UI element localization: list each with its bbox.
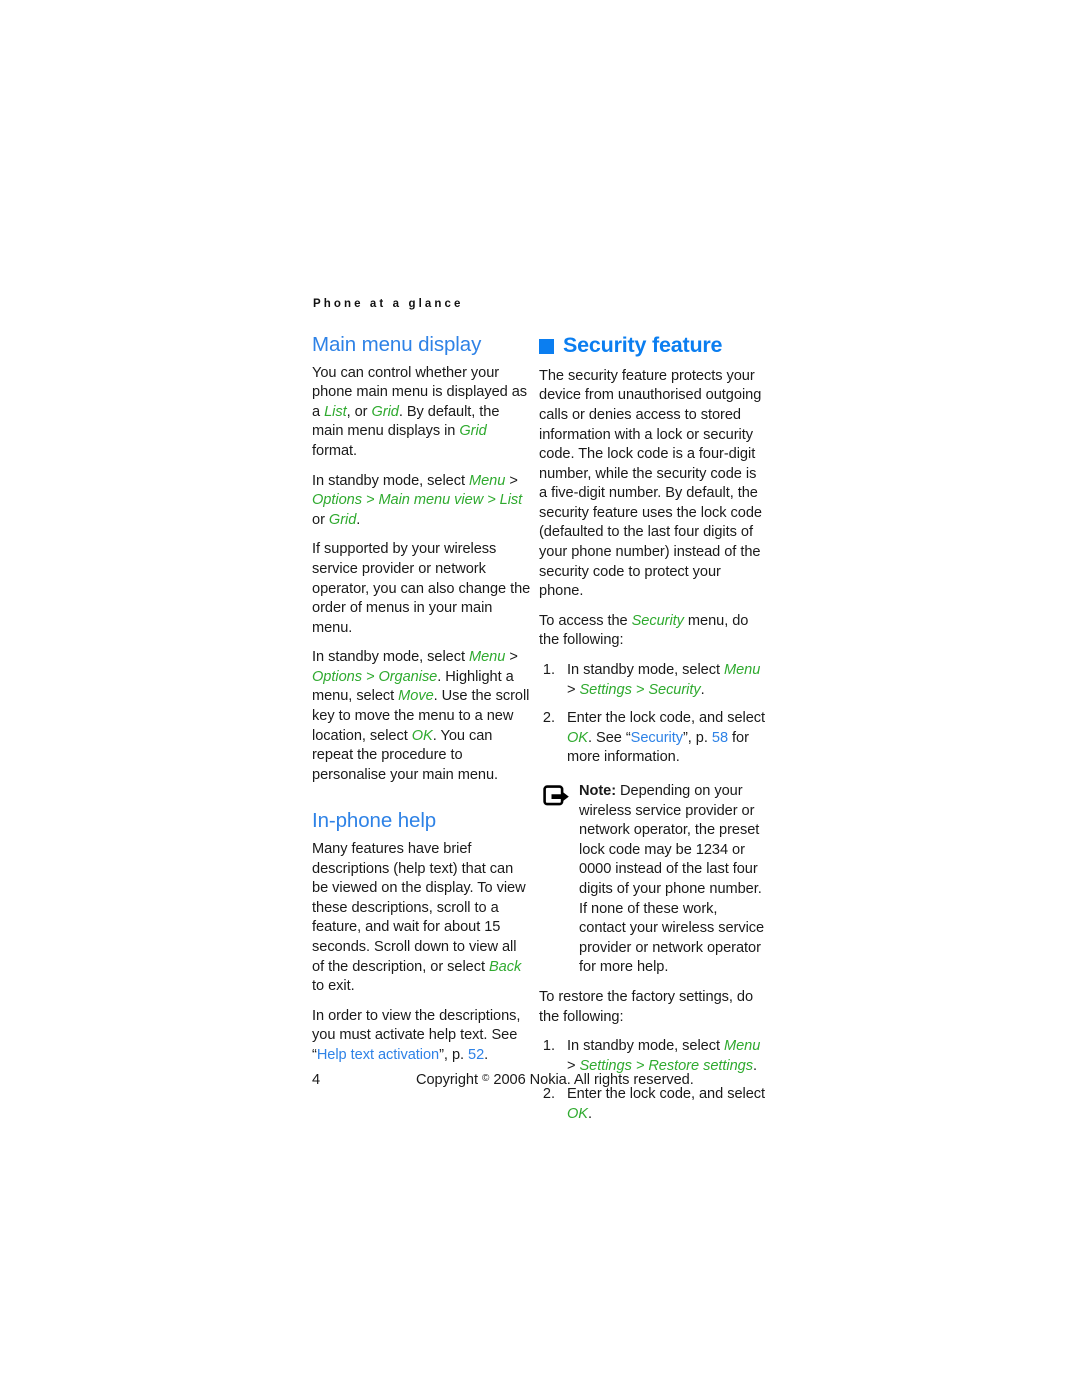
text-run: to exit. <box>312 978 355 995</box>
text-run: 2006 Nokia. All rights reserved. <box>493 1072 694 1088</box>
ui-term-ok: OK <box>567 1105 588 1122</box>
paragraph-organise-path: In standby mode, select Menu > Options >… <box>312 648 532 785</box>
heading-in-phone-help: In-phone help <box>312 809 437 833</box>
text-run: or <box>312 511 329 528</box>
ui-term-menu: Menu <box>469 649 506 666</box>
text-run: . <box>356 511 361 528</box>
text-run: In standby mode, select <box>312 472 469 489</box>
ui-term-list: List <box>499 492 523 509</box>
ui-term-organise: Organise <box>378 668 438 685</box>
path-separator: > <box>505 649 518 666</box>
ui-term-grid: Grid <box>459 423 487 440</box>
ui-term-menu: Menu <box>724 1038 761 1055</box>
text-run: Copyright <box>416 1072 479 1088</box>
ui-term-grid: Grid <box>371 403 399 420</box>
paragraph-note-text: Note: Depending on your wireless service… <box>579 782 767 978</box>
paragraph-restore-factory-settings: To restore the factory settings, do the … <box>539 988 754 1025</box>
text-run: Depending on your wireless service provi… <box>579 783 765 976</box>
text-run: format. <box>312 442 358 459</box>
note-label: Note: <box>579 783 617 799</box>
steps-access-security: 1. In standby mode, select Menu > Setting… <box>539 661 767 768</box>
text-run: . <box>484 1046 489 1063</box>
note-block: Note: Depending on your wireless service… <box>539 782 767 978</box>
paragraph-main-menu-path: In standby mode, select Menu > Options >… <box>312 472 532 531</box>
heading-main-menu-display: Main menu display <box>312 333 482 356</box>
text-run: ”, p. <box>682 729 712 746</box>
ui-term-menu: Menu <box>469 472 506 489</box>
text-run: , or <box>346 403 372 420</box>
ui-term-menu: Menu <box>724 662 761 679</box>
path-separator: > <box>483 492 500 509</box>
ui-term-main-menu-view: Main menu view <box>378 492 484 509</box>
ui-term-settings: Settings <box>579 681 632 698</box>
text-run: In standby mode, select <box>312 649 469 666</box>
ui-term-options: Options <box>312 668 362 685</box>
path-separator: > <box>361 668 379 685</box>
document-page: Phone at a glance Main menu display You … <box>0 0 1080 1397</box>
ui-term-move: Move <box>398 688 434 705</box>
text-run: In standby mode, select <box>567 662 724 679</box>
note-arrow-icon <box>543 785 571 809</box>
cross-reference-link-security[interactable]: Security <box>631 730 683 746</box>
heading-security-feature: Security feature <box>539 333 767 358</box>
paragraph-access-security-menu: To access the Security menu, do the foll… <box>539 612 767 651</box>
ui-term-security: Security <box>648 681 701 698</box>
page-number: 4 <box>312 1072 321 1088</box>
path-separator: > <box>631 681 649 698</box>
running-header: Phone at a glance <box>313 298 464 310</box>
copyright-symbol: © <box>482 1073 490 1084</box>
ui-term-grid: Grid <box>328 511 357 528</box>
paragraph-in-phone-help-1: Many features have brief descriptions (h… <box>312 840 532 997</box>
ui-term-options: Options <box>312 492 362 509</box>
text-run: ”, p. <box>439 1046 469 1063</box>
paragraph-security-feature-intro: The security feature protects your devic… <box>539 367 762 600</box>
text-run: Enter the lock code, and select <box>567 710 766 727</box>
path-separator: > <box>505 472 518 489</box>
text-run: Many features have brief descriptions (h… <box>312 841 526 975</box>
text-run: . <box>588 1105 593 1122</box>
list-item: 1. In standby mode, select Menu > Setting… <box>539 661 767 700</box>
ui-term-back: Back <box>488 958 522 975</box>
text-run: . <box>700 681 705 698</box>
copyright-notice: Copyright © 2006 Nokia. All rights reser… <box>416 1072 694 1088</box>
ui-term-ok: OK <box>411 727 433 744</box>
ui-term-security: Security <box>631 612 684 629</box>
cross-reference-page-52[interactable]: 52 <box>468 1047 484 1063</box>
path-separator: > <box>567 681 580 698</box>
square-bullet-icon <box>539 338 554 354</box>
list-item-number: 2. <box>542 1086 555 1103</box>
list-item: 2. Enter the lock code, and select OK. <box>539 1085 767 1124</box>
ui-term-ok: OK <box>567 729 588 746</box>
paragraph-reorder-menus: If supported by your wireless service pr… <box>312 541 531 636</box>
text-run: To access the <box>539 612 632 629</box>
right-column: Security feature The security feature pr… <box>539 333 767 1135</box>
text-run: . See “ <box>588 729 631 746</box>
heading-security-feature-label: Security feature <box>563 333 723 357</box>
cross-reference-link-help-text-activation[interactable]: Help text activation <box>317 1047 439 1063</box>
paragraph-main-menu-display-1: You can control whether your phone main … <box>312 364 532 462</box>
list-item: 2. Enter the lock code, and select OK. Se… <box>539 709 767 768</box>
list-item-number: 2. <box>542 710 555 727</box>
path-separator: > <box>361 492 379 509</box>
list-item: 1. In standby mode, select Menu > Setting… <box>539 1037 767 1076</box>
left-column: Main menu display You can control whethe… <box>312 333 532 1066</box>
text-run: Enter the lock code, and select <box>567 1086 766 1103</box>
ui-term-list: List <box>324 403 347 420</box>
list-item-number: 1. <box>542 1038 555 1055</box>
paragraph-in-phone-help-2: In order to view the descriptions, you m… <box>312 1007 532 1066</box>
list-item-number: 1. <box>542 662 555 679</box>
text-run: . <box>752 1057 757 1074</box>
cross-reference-page-58[interactable]: 58 <box>712 730 728 746</box>
text-run: In standby mode, select <box>567 1038 724 1055</box>
